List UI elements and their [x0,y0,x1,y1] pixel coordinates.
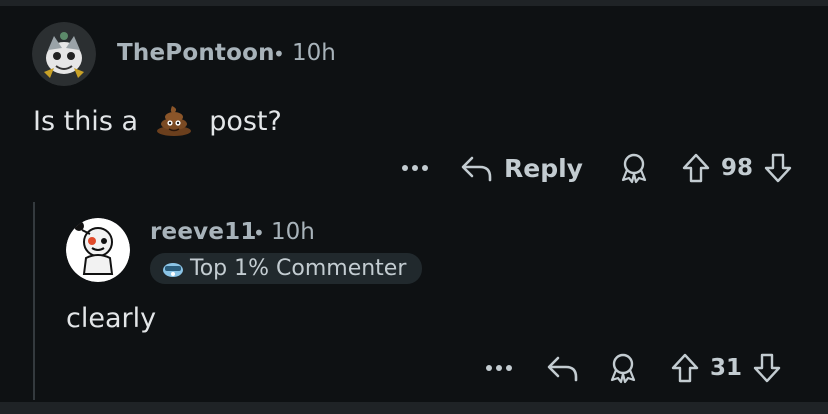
comment-body: clearly [66,303,157,334]
upvote-icon[interactable] [670,352,700,384]
meta-separator: • [273,42,285,66]
award-button[interactable] [608,352,638,384]
more-icon [402,165,428,171]
award-icon [621,153,647,184]
poop-emoji-icon [155,104,193,136]
award-button[interactable] [619,152,649,184]
vote-controls: 31 [670,352,782,384]
vote-controls: 98 [681,152,793,184]
user-flair: Top 1% Commenter [150,253,423,284]
meta-separator: • [253,221,265,245]
flair-text: Top 1% Commenter [190,256,407,281]
comment-actions: Reply 98 [400,152,793,184]
reply-button[interactable] [546,353,580,383]
avatar[interactable] [32,22,96,86]
reply-arrow-icon [547,356,578,382]
more-options-button[interactable] [484,364,514,372]
reply-label: Reply [504,153,583,183]
more-icon [486,365,512,371]
avatar[interactable] [66,218,130,282]
comment-time: 10h [292,40,336,66]
top-divider [0,0,828,6]
downvote-icon[interactable] [763,152,793,184]
reply-arrow-icon [461,156,492,182]
comment-author[interactable]: reeve11 [150,219,257,245]
comment-body: Is this a post? [33,104,282,137]
downvote-icon[interactable] [752,352,782,384]
comment-text-after: post? [209,106,282,137]
comment-time: 10h [271,219,315,245]
flair-icon [163,262,183,277]
score-count: 98 [720,155,753,181]
comment-actions: 31 [484,352,782,384]
score-count: 31 [710,355,743,381]
more-options-button[interactable] [400,164,430,172]
award-icon [610,353,636,384]
reply-button[interactable]: Reply [460,153,583,183]
comment-text-before: Is this a [33,106,139,137]
bottom-divider [0,402,828,414]
comment-author[interactable]: ThePontoon [117,40,275,66]
thread-line[interactable] [33,202,35,400]
upvote-icon[interactable] [681,152,711,184]
